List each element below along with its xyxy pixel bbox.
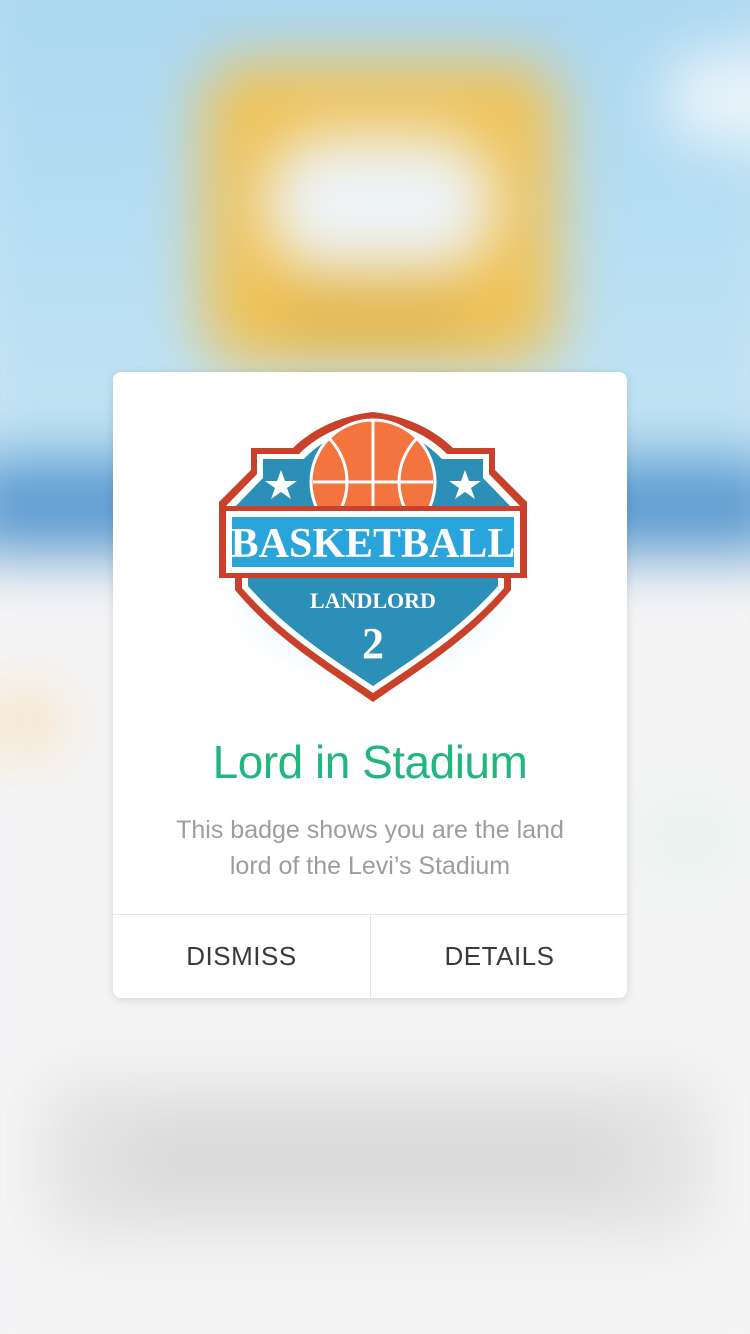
background-blob-green [642,806,738,870]
badge-dialog: BASKETBALL LANDLORD 2 Lord in Stadium Th… [113,372,627,998]
dialog-description: This badge shows you are the land lord o… [176,816,564,880]
rank-number: 2 [362,619,384,668]
basketball-badge-icon: BASKETBALL LANDLORD 2 [219,412,527,702]
screen: BASKETBALL LANDLORD 2 Lord in Stadium Th… [0,0,750,1334]
dismiss-button[interactable]: DISMISS [113,915,370,998]
banner-text: BASKETBALL [231,521,516,567]
details-button[interactable]: DETAILS [371,915,627,998]
background-stadium-inner [264,134,496,272]
rank-label: LANDLORD [310,588,436,613]
background-stadium-base [285,281,465,345]
background-card-inner [128,1121,622,1196]
badge-emblem: BASKETBALL LANDLORD 2 [113,372,627,712]
dialog-title: Lord in Stadium [212,736,528,788]
background-cloud [663,50,750,146]
background-blob-orange [0,691,66,755]
